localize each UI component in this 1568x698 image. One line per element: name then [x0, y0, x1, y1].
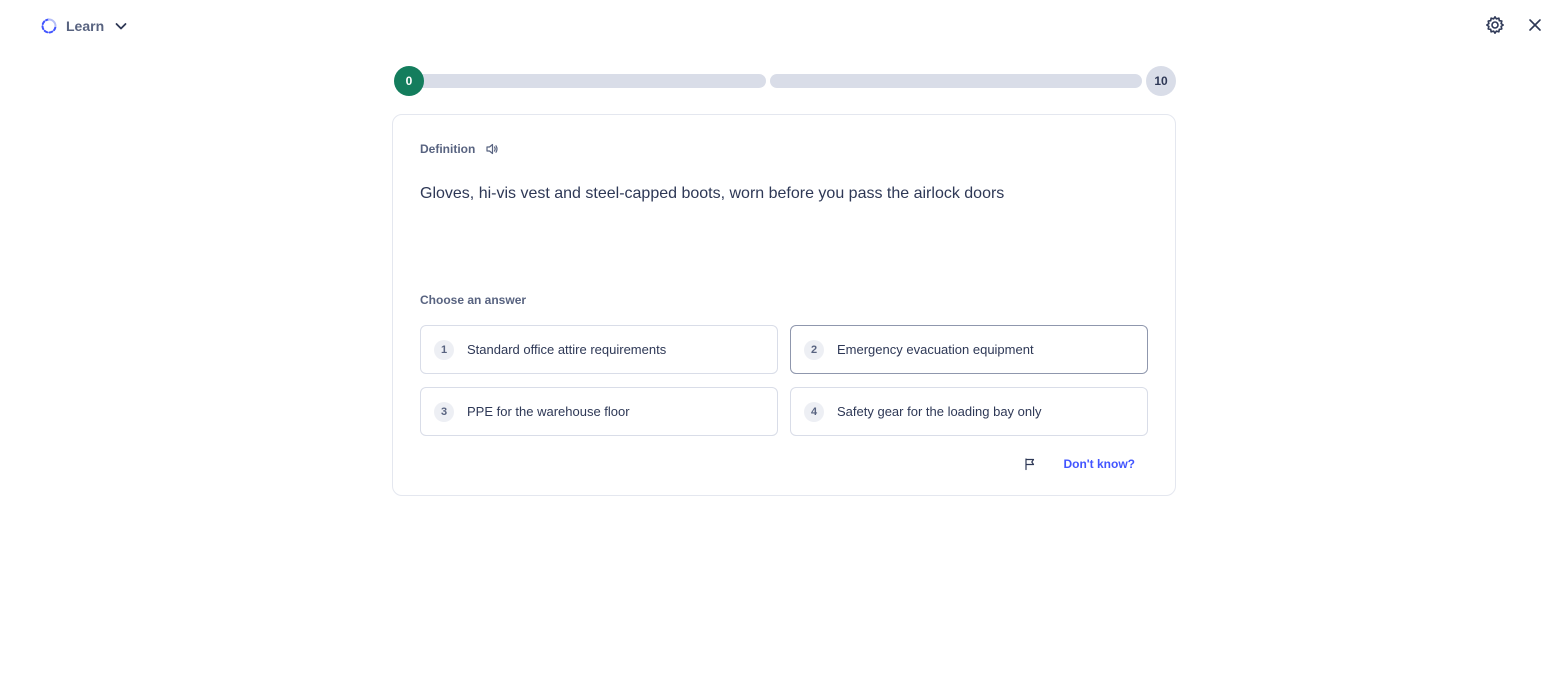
- dont-know-button[interactable]: Don't know?: [1063, 457, 1135, 471]
- speaker-icon[interactable]: [485, 142, 499, 156]
- answer-option-3[interactable]: 3 PPE for the warehouse floor: [420, 387, 778, 436]
- mode-switcher[interactable]: Learn: [40, 14, 128, 38]
- answer-text: Emergency evacuation equipment: [837, 342, 1034, 357]
- prompt-label: Definition: [420, 142, 476, 156]
- definition-text: Gloves, hi-vis vest and steel-capped boo…: [420, 185, 1005, 202]
- progress-segment-1: [414, 74, 766, 88]
- choose-answer-label: Choose an answer: [420, 293, 527, 307]
- answer-option-4[interactable]: 4 Safety gear for the loading bay only: [790, 387, 1148, 436]
- learn-loop-icon: [40, 17, 58, 35]
- mode-label: Learn: [66, 18, 105, 34]
- answer-text: PPE for the warehouse floor: [467, 404, 630, 419]
- progress-start-count: 0: [394, 66, 424, 96]
- progress-segment-2: [770, 74, 1142, 88]
- close-icon[interactable]: [1524, 14, 1546, 36]
- answer-number: 1: [434, 339, 454, 360]
- progress-bar: 0 10: [394, 66, 1176, 96]
- answer-options: 1 Standard office attire requirements 2 …: [420, 325, 1149, 437]
- answer-text: Standard office attire requirements: [467, 342, 667, 357]
- answer-number: 3: [434, 401, 454, 422]
- gear-icon[interactable]: [1484, 14, 1506, 36]
- answer-option-2[interactable]: 2 Emergency evacuation equipment: [790, 325, 1148, 374]
- answer-number: 4: [804, 401, 824, 422]
- top-bar: Learn: [0, 0, 1568, 52]
- flag-icon[interactable]: [1023, 457, 1037, 471]
- chevron-down-icon: [114, 19, 128, 33]
- answer-option-1[interactable]: 1 Standard office attire requirements: [420, 325, 778, 374]
- progress-end-count: 10: [1146, 66, 1176, 96]
- answer-text: Safety gear for the loading bay only: [837, 404, 1042, 419]
- question-card: Definition Gloves, hi-vis vest and steel…: [392, 114, 1176, 496]
- answer-number: 2: [804, 339, 824, 360]
